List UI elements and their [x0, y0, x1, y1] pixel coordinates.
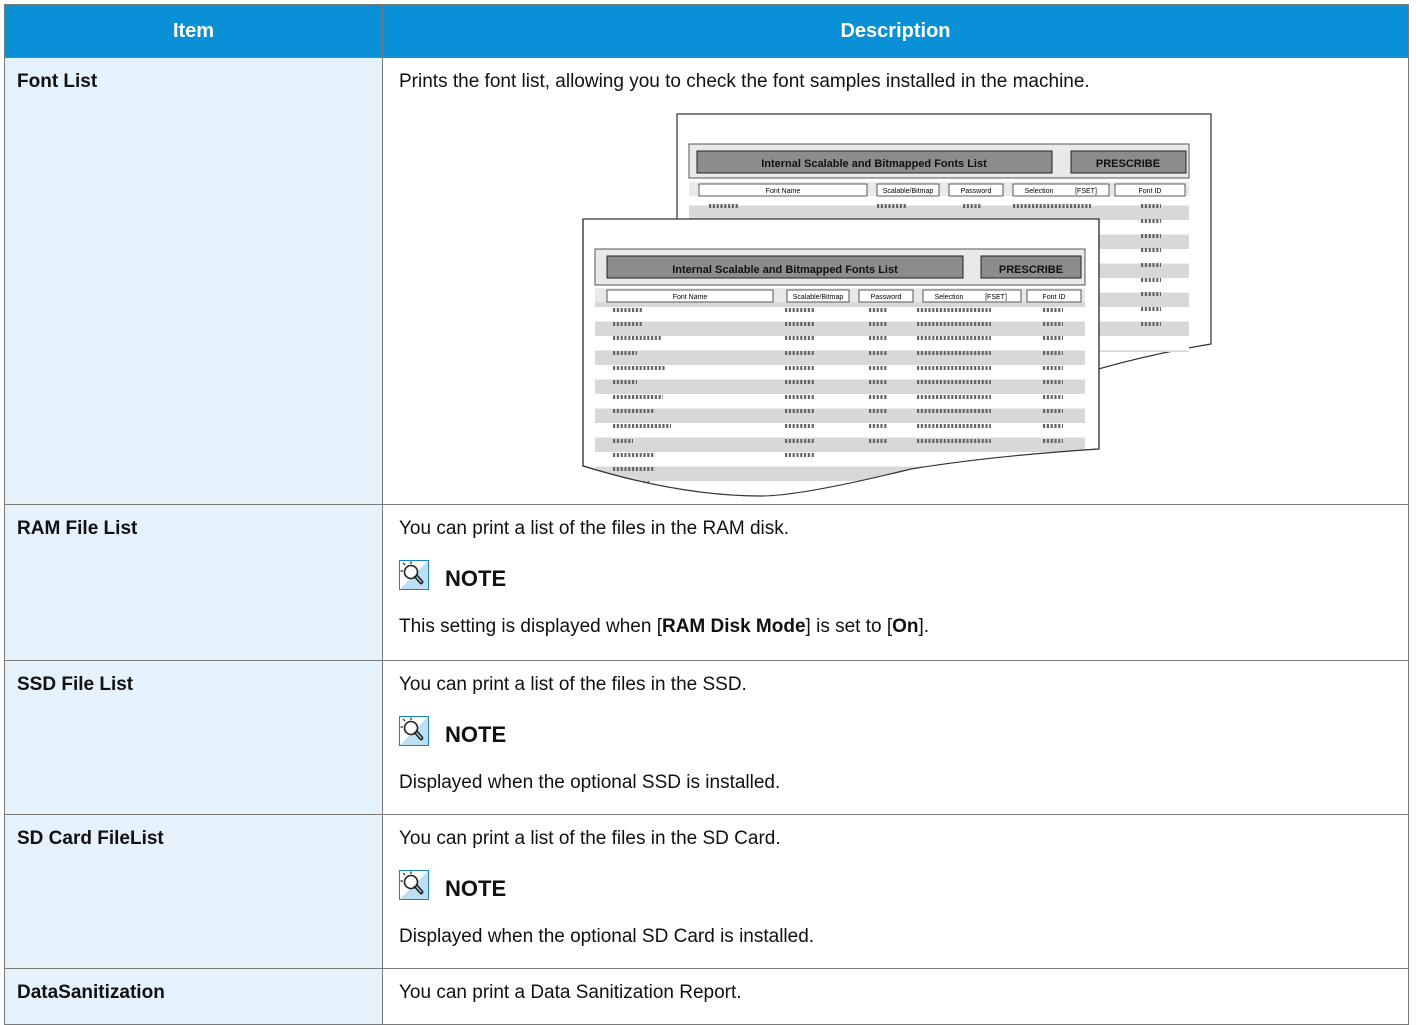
note-label: NOTE: [445, 565, 507, 591]
note-text: Displayed when the optional SD Card is i…: [399, 926, 815, 947]
font-list-illustration: Internal Scalable and Bitmapped Fonts Li…: [582, 113, 1212, 504]
back-col-scalable: Scalable/Bitmap: [883, 188, 934, 195]
item-sd-card-filelist: SD Card FileList: [4, 814, 383, 969]
front-col-selection: Selection: [935, 294, 964, 301]
lightbulb-note-icon: [399, 870, 429, 907]
back-col-fset: [FSET]: [1075, 188, 1097, 195]
desc-datasanitization: You can print a Data Sanitization Report…: [382, 968, 1409, 1025]
desc-text: You can print a list of the files in the…: [399, 518, 790, 539]
back-title: Internal Scalable and Bitmapped Fonts Li…: [761, 158, 987, 170]
desc-text: Prints the font list, allowing you to ch…: [399, 71, 1090, 92]
note-text-pre: This setting is displayed when [: [399, 616, 662, 637]
desc-ram-file-list: You can print a list of the files in the…: [382, 504, 1409, 661]
back-col-font-name: Font Name: [766, 188, 801, 195]
table-row: SSD File List You can print a list of th…: [4, 660, 1409, 815]
item-font-list: Font List: [4, 57, 383, 505]
note-text-post: ].: [918, 616, 930, 637]
desc-font-list: Prints the font list, allowing you to ch…: [382, 57, 1409, 505]
table-row: DataSanitization You can print a Data Sa…: [4, 968, 1409, 1025]
front-title: Internal Scalable and Bitmapped Fonts Li…: [672, 264, 898, 276]
back-col-font-id: Font ID: [1139, 188, 1162, 195]
item-ssd-file-list: SSD File List: [4, 660, 383, 815]
table-row: RAM File List You can print a list of th…: [4, 504, 1409, 661]
item-datasanitization: DataSanitization: [4, 968, 383, 1025]
back-col-selection: Selection: [1025, 188, 1054, 195]
front-page: Internal Scalable and Bitmapped Fonts Li…: [582, 218, 1100, 504]
front-col-font-id: Font ID: [1043, 294, 1066, 301]
back-brand: PRESCRIBE: [1096, 158, 1160, 170]
desc-ssd-file-list: You can print a list of the files in the…: [382, 660, 1409, 815]
table-header-row: Item Description: [4, 4, 1409, 58]
note-label: NOTE: [445, 721, 507, 747]
note-setting-value: On: [892, 616, 919, 637]
desc-text: You can print a list of the files in the…: [399, 828, 781, 849]
desc-text: You can print a list of the files in the…: [399, 674, 747, 695]
note-text: Displayed when the optional SSD is insta…: [399, 772, 781, 793]
front-col-font-name: Font Name: [673, 294, 708, 301]
desc-text: You can print a Data Sanitization Report…: [399, 982, 742, 1003]
settings-table: Item Description Font List Prints the fo…: [4, 4, 1409, 1025]
front-col-password: Password: [871, 294, 902, 301]
front-col-scalable: Scalable/Bitmap: [793, 294, 844, 301]
table-row: Font List Prints the font list, allowing…: [4, 57, 1409, 505]
lightbulb-note-icon: [399, 560, 429, 597]
note-setting-name: RAM Disk Mode: [661, 616, 806, 637]
note-text: This setting is displayed when [RAM Disk…: [399, 615, 1392, 639]
front-brand: PRESCRIBE: [999, 264, 1063, 276]
item-ram-file-list: RAM File List: [4, 504, 383, 661]
note-heading: NOTE: [399, 716, 1392, 753]
front-col-fset: [FSET]: [985, 294, 1007, 301]
desc-sd-card-filelist: You can print a list of the files in the…: [382, 814, 1409, 969]
lightbulb-note-icon: [399, 716, 429, 753]
table-row: SD Card FileList You can print a list of…: [4, 814, 1409, 969]
note-label: NOTE: [445, 875, 507, 901]
note-heading: NOTE: [399, 870, 1392, 907]
header-description: Description: [382, 4, 1409, 58]
note-heading: NOTE: [399, 560, 1392, 597]
header-item: Item: [4, 4, 383, 58]
back-col-password: Password: [961, 188, 992, 195]
note-text-mid: ] is set to [: [805, 616, 893, 637]
